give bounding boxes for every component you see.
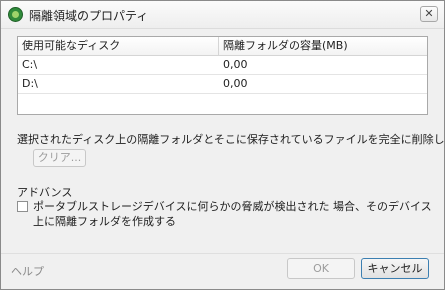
cancel-button[interactable]: キャンセル [361, 258, 429, 279]
close-button[interactable]: ✕ [420, 6, 438, 22]
disk-cell: C:\ [22, 58, 38, 71]
column-header-capacity[interactable]: 隔離フォルダの容量(MB) [223, 37, 423, 55]
title-bar[interactable]: 隔離領域のプロパティ ✕ [1, 1, 444, 29]
clear-button[interactable]: クリア... [33, 149, 86, 167]
capacity-cell: 0,00 [223, 58, 248, 71]
help-link[interactable]: ヘルプ [11, 263, 44, 279]
advanced-section-label: アドバンス [17, 186, 73, 199]
delete-description: 選択されたディスク上の隔離フォルダとそこに保存されているファイルを完全に削除しま… [17, 133, 445, 146]
disk-cell: D:\ [22, 77, 38, 90]
portable-device-checkbox[interactable] [17, 201, 28, 212]
ok-button[interactable]: OK [287, 258, 355, 279]
table-row[interactable]: C:\ 0,00 [18, 56, 427, 75]
table-row[interactable]: D:\ 0,00 [18, 75, 427, 94]
column-header-disk[interactable]: 使用可能なディスク [22, 37, 219, 55]
portable-device-checkbox-label[interactable]: ポータブルストレージデバイスに何らかの脅威が検出された 場合、そのデバイス上に隔… [33, 199, 433, 229]
app-shield-icon [8, 7, 23, 22]
disk-table: 使用可能なディスク 隔離フォルダの容量(MB) C:\ 0,00 D:\ 0,0… [17, 36, 428, 115]
footer-divider [1, 253, 444, 254]
window-title: 隔離領域のプロパティ [29, 9, 149, 23]
properties-dialog: 隔離領域のプロパティ ✕ 使用可能なディスク 隔離フォルダの容量(MB) C:\… [0, 0, 445, 290]
capacity-cell: 0,00 [223, 77, 248, 90]
table-header: 使用可能なディスク 隔離フォルダの容量(MB) [18, 37, 427, 56]
